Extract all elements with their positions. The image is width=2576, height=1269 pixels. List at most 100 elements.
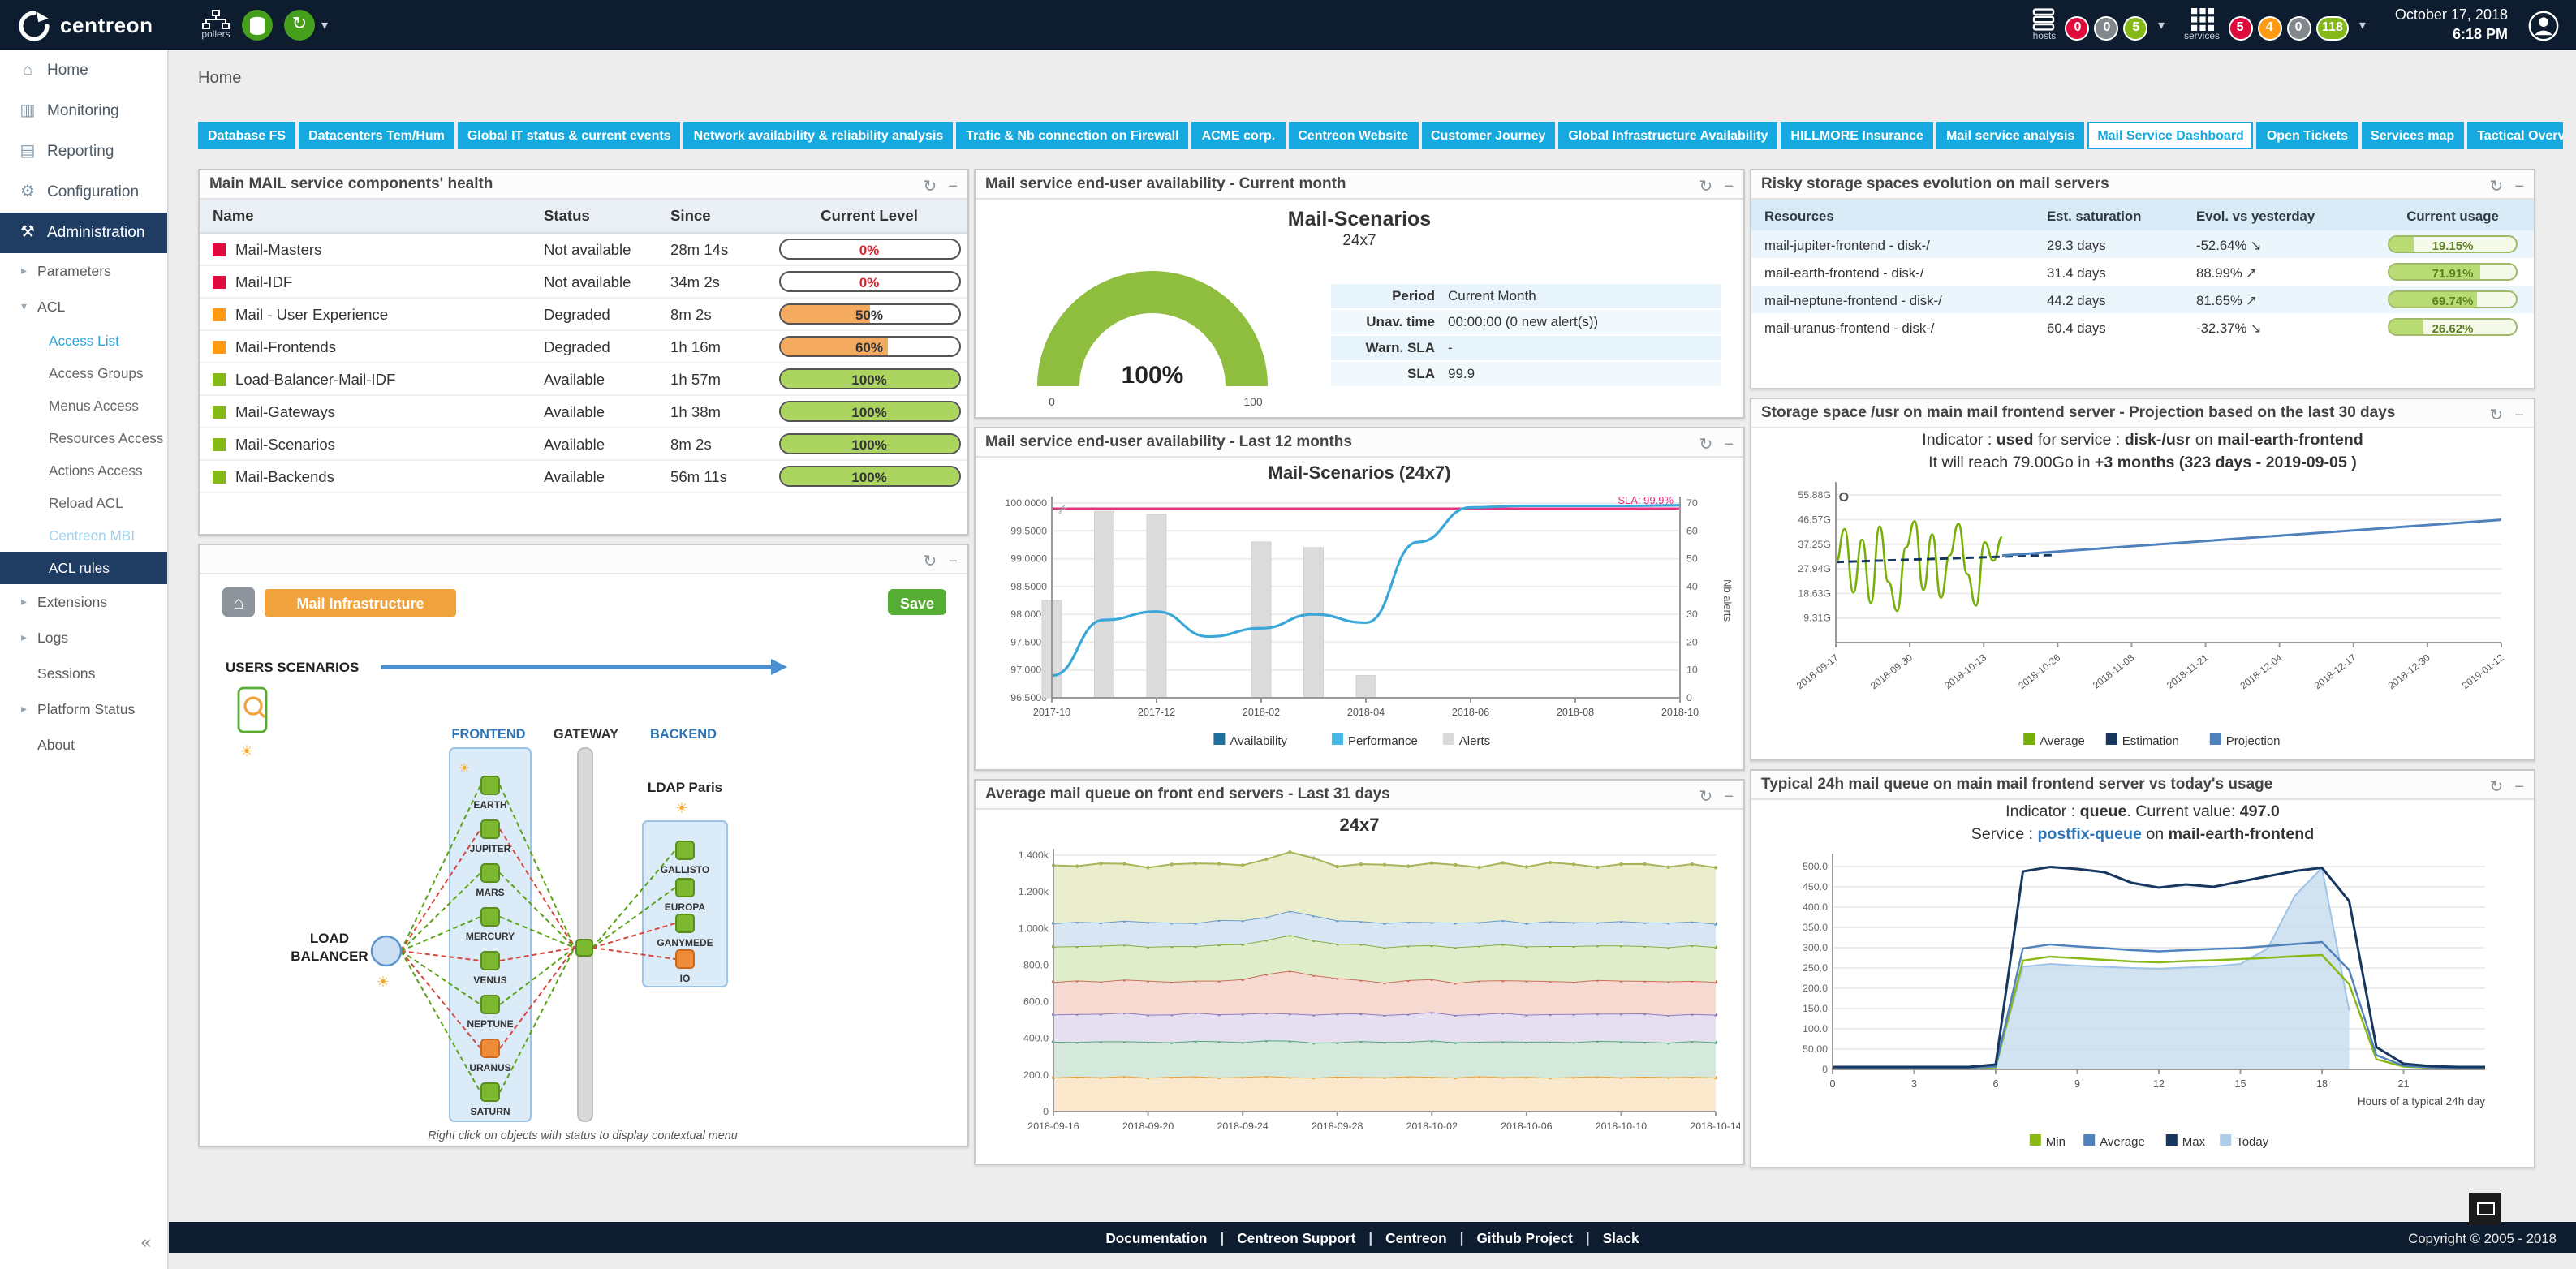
status-badge-critical[interactable]: 5 bbox=[2228, 16, 2252, 41]
sidebar-section-logs[interactable]: ▸Logs bbox=[0, 620, 167, 656]
tab-global-it-status-current-events[interactable]: Global IT status & current events bbox=[458, 122, 681, 149]
sidebar-item-reload-acl[interactable]: Reload ACL bbox=[0, 487, 167, 519]
chevron-down-icon[interactable]: ▾ bbox=[2359, 18, 2366, 32]
sidebar-collapse-button[interactable]: « bbox=[141, 1233, 151, 1253]
tab-services-map[interactable]: Services map bbox=[2361, 122, 2464, 149]
sidebar-section-acl[interactable]: ▾ACL bbox=[0, 289, 167, 325]
minimize-icon[interactable]: − bbox=[2514, 407, 2524, 424]
widget-actions: ↻− bbox=[1688, 780, 1734, 809]
resource-name: mail-earth-frontend - disk-/ bbox=[1751, 264, 2047, 280]
database-poller-icon[interactable] bbox=[242, 10, 273, 41]
user-menu[interactable] bbox=[2527, 9, 2560, 41]
refresh-icon[interactable]: ↻ bbox=[924, 178, 937, 196]
refresh-icon[interactable]: ↻ bbox=[2490, 407, 2504, 424]
sidebar-item-monitoring[interactable]: ▥Monitoring bbox=[0, 91, 167, 131]
frontend-node-uranus[interactable] bbox=[481, 1039, 499, 1057]
tab-datacenters-tem-hum[interactable]: Datacenters Tem/Hum bbox=[299, 122, 454, 149]
svg-text:Projection: Projection bbox=[2226, 734, 2281, 748]
footer-link-slack[interactable]: Slack bbox=[1603, 1229, 1639, 1245]
footer-link-github-project[interactable]: Github Project bbox=[1476, 1229, 1572, 1245]
tab-mail-service-analysis[interactable]: Mail service analysis bbox=[1936, 122, 2084, 149]
status-badge-unknown[interactable]: 0 bbox=[2286, 16, 2311, 41]
backend-node-io[interactable] bbox=[676, 950, 694, 968]
fullscreen-toggle-icon[interactable] bbox=[2469, 1193, 2501, 1225]
frontend-node-mars[interactable] bbox=[481, 864, 499, 882]
minimize-icon[interactable]: − bbox=[1724, 178, 1734, 196]
sidebar-item-home[interactable]: ⌂Home bbox=[0, 50, 167, 91]
tab-global-infrastructure-availability[interactable]: Global Infrastructure Availability bbox=[1558, 122, 1777, 149]
sidebar-section-sessions[interactable]: Sessions bbox=[0, 656, 167, 691]
frontend-node-earth[interactable] bbox=[481, 776, 499, 794]
frontend-node-mercury[interactable] bbox=[481, 908, 499, 926]
pollers-menu[interactable]: pollers bbox=[201, 10, 230, 41]
svg-text:18.63G: 18.63G bbox=[1798, 587, 1831, 599]
footer-link-centreon-support[interactable]: Centreon Support bbox=[1237, 1229, 1355, 1245]
gauge-area: 100%0100 bbox=[998, 253, 1331, 417]
tab-centreon-website[interactable]: Centreon Website bbox=[1288, 122, 1418, 149]
sidebar-section-parameters[interactable]: ▸Parameters bbox=[0, 253, 167, 289]
minimize-icon[interactable]: − bbox=[1724, 436, 1734, 454]
sidebar-item-centreon-mbi[interactable]: Centreon MBI bbox=[0, 519, 167, 552]
minimize-icon[interactable]: − bbox=[2514, 178, 2524, 196]
frontend-node-jupiter[interactable] bbox=[481, 820, 499, 838]
minimize-icon[interactable]: − bbox=[948, 178, 958, 196]
sidebar-item-acl-rules[interactable]: ACL rules bbox=[0, 552, 167, 584]
tab-network-availability-reliability-analysis[interactable]: Network availability & reliability analy… bbox=[684, 122, 954, 149]
refresh-icon[interactable]: ↻ bbox=[1699, 436, 1713, 454]
refresh-icon[interactable]: ↻ bbox=[1699, 788, 1713, 806]
sidebar-item-actions-access[interactable]: Actions Access bbox=[0, 454, 167, 487]
services-status[interactable]: services 540118 ▾ bbox=[2184, 8, 2366, 42]
tab-trafic-nb-connection-on-firewall[interactable]: Trafic & Nb connection on Firewall bbox=[956, 122, 1188, 149]
minimize-icon[interactable]: − bbox=[948, 553, 958, 570]
tab-acme-corp[interactable]: ACME corp. bbox=[1192, 122, 1286, 149]
footer-link-centreon[interactable]: Centreon bbox=[1385, 1229, 1446, 1245]
frontend-node-venus[interactable] bbox=[481, 952, 499, 970]
breadcrumb[interactable]: Home bbox=[198, 70, 241, 88]
sidebar-item-reporting[interactable]: ▤Reporting bbox=[0, 131, 167, 172]
refresh-icon[interactable]: ↻ bbox=[924, 553, 937, 570]
tab-tactical-overview[interactable]: Tactical Overview bbox=[2467, 122, 2563, 149]
backend-node-gallisto[interactable] bbox=[676, 841, 694, 859]
sidebar-item-configuration[interactable]: ⚙Configuration bbox=[0, 172, 167, 213]
minimize-icon[interactable]: − bbox=[1724, 788, 1734, 806]
load-balancer-node[interactable] bbox=[372, 936, 401, 966]
chevron-down-icon[interactable]: ▾ bbox=[321, 18, 328, 32]
sidebar-section-about[interactable]: About bbox=[0, 727, 167, 763]
status-square-icon bbox=[213, 340, 226, 353]
sidebar-item-access-list[interactable]: Access List bbox=[0, 325, 167, 357]
status-badge-ok[interactable]: 118 bbox=[2315, 16, 2350, 41]
chevron-down-icon[interactable]: ▾ bbox=[2158, 18, 2165, 32]
tab-open-tickets[interactable]: Open Tickets bbox=[2257, 122, 2358, 149]
frontend-node-saturn[interactable] bbox=[481, 1083, 499, 1101]
svg-text:2018-09-28: 2018-09-28 bbox=[1312, 1121, 1363, 1132]
hosts-status[interactable]: hosts 005 ▾ bbox=[2031, 8, 2165, 42]
sidebar-item-menus-access[interactable]: Menus Access bbox=[0, 389, 167, 422]
tab-mail-service-dashboard[interactable]: Mail Service Dashboard bbox=[2087, 122, 2254, 149]
tab-customer-journey[interactable]: Customer Journey bbox=[1421, 122, 1555, 149]
status-badge-unknown[interactable]: 0 bbox=[2095, 16, 2119, 41]
status-badge-critical[interactable]: 0 bbox=[2066, 16, 2090, 41]
widget-header: ↻− bbox=[200, 545, 967, 574]
footer-link-documentation[interactable]: Documentation bbox=[1105, 1229, 1207, 1245]
sidebar-item-resources-access[interactable]: Resources Access bbox=[0, 422, 167, 454]
minimize-icon[interactable]: − bbox=[2514, 778, 2524, 796]
svg-text:350.0: 350.0 bbox=[1803, 922, 1828, 933]
status-badge-warning[interactable]: 4 bbox=[2257, 16, 2281, 41]
sidebar-item-administration[interactable]: ⚒Administration bbox=[0, 213, 167, 253]
refresh-icon[interactable]: ↻ bbox=[1699, 178, 1713, 196]
gauge-row-label: Warn. SLA bbox=[1331, 335, 1448, 359]
tab-database-fs[interactable]: Database FS bbox=[198, 122, 295, 149]
gateway-node[interactable] bbox=[576, 940, 592, 956]
frontend-node-neptune[interactable] bbox=[481, 996, 499, 1013]
refresh-icon[interactable]: ↻ bbox=[2490, 778, 2504, 796]
sidebar-section-platform-status[interactable]: ▸Platform Status bbox=[0, 691, 167, 727]
sync-poller-icon[interactable]: ↻ bbox=[284, 10, 315, 41]
status-badge-ok[interactable]: 5 bbox=[2124, 16, 2148, 41]
backend-node-ganymede[interactable] bbox=[676, 914, 694, 932]
sidebar-item-access-groups[interactable]: Access Groups bbox=[0, 357, 167, 389]
backend-node-europa[interactable] bbox=[676, 879, 694, 897]
sidebar-section-extensions[interactable]: ▸Extensions bbox=[0, 584, 167, 620]
centreon-logo[interactable]: centreon bbox=[16, 7, 179, 43]
tab-hillmore-insurance[interactable]: HILLMORE Insurance bbox=[1781, 122, 1933, 149]
refresh-icon[interactable]: ↻ bbox=[2490, 178, 2504, 196]
